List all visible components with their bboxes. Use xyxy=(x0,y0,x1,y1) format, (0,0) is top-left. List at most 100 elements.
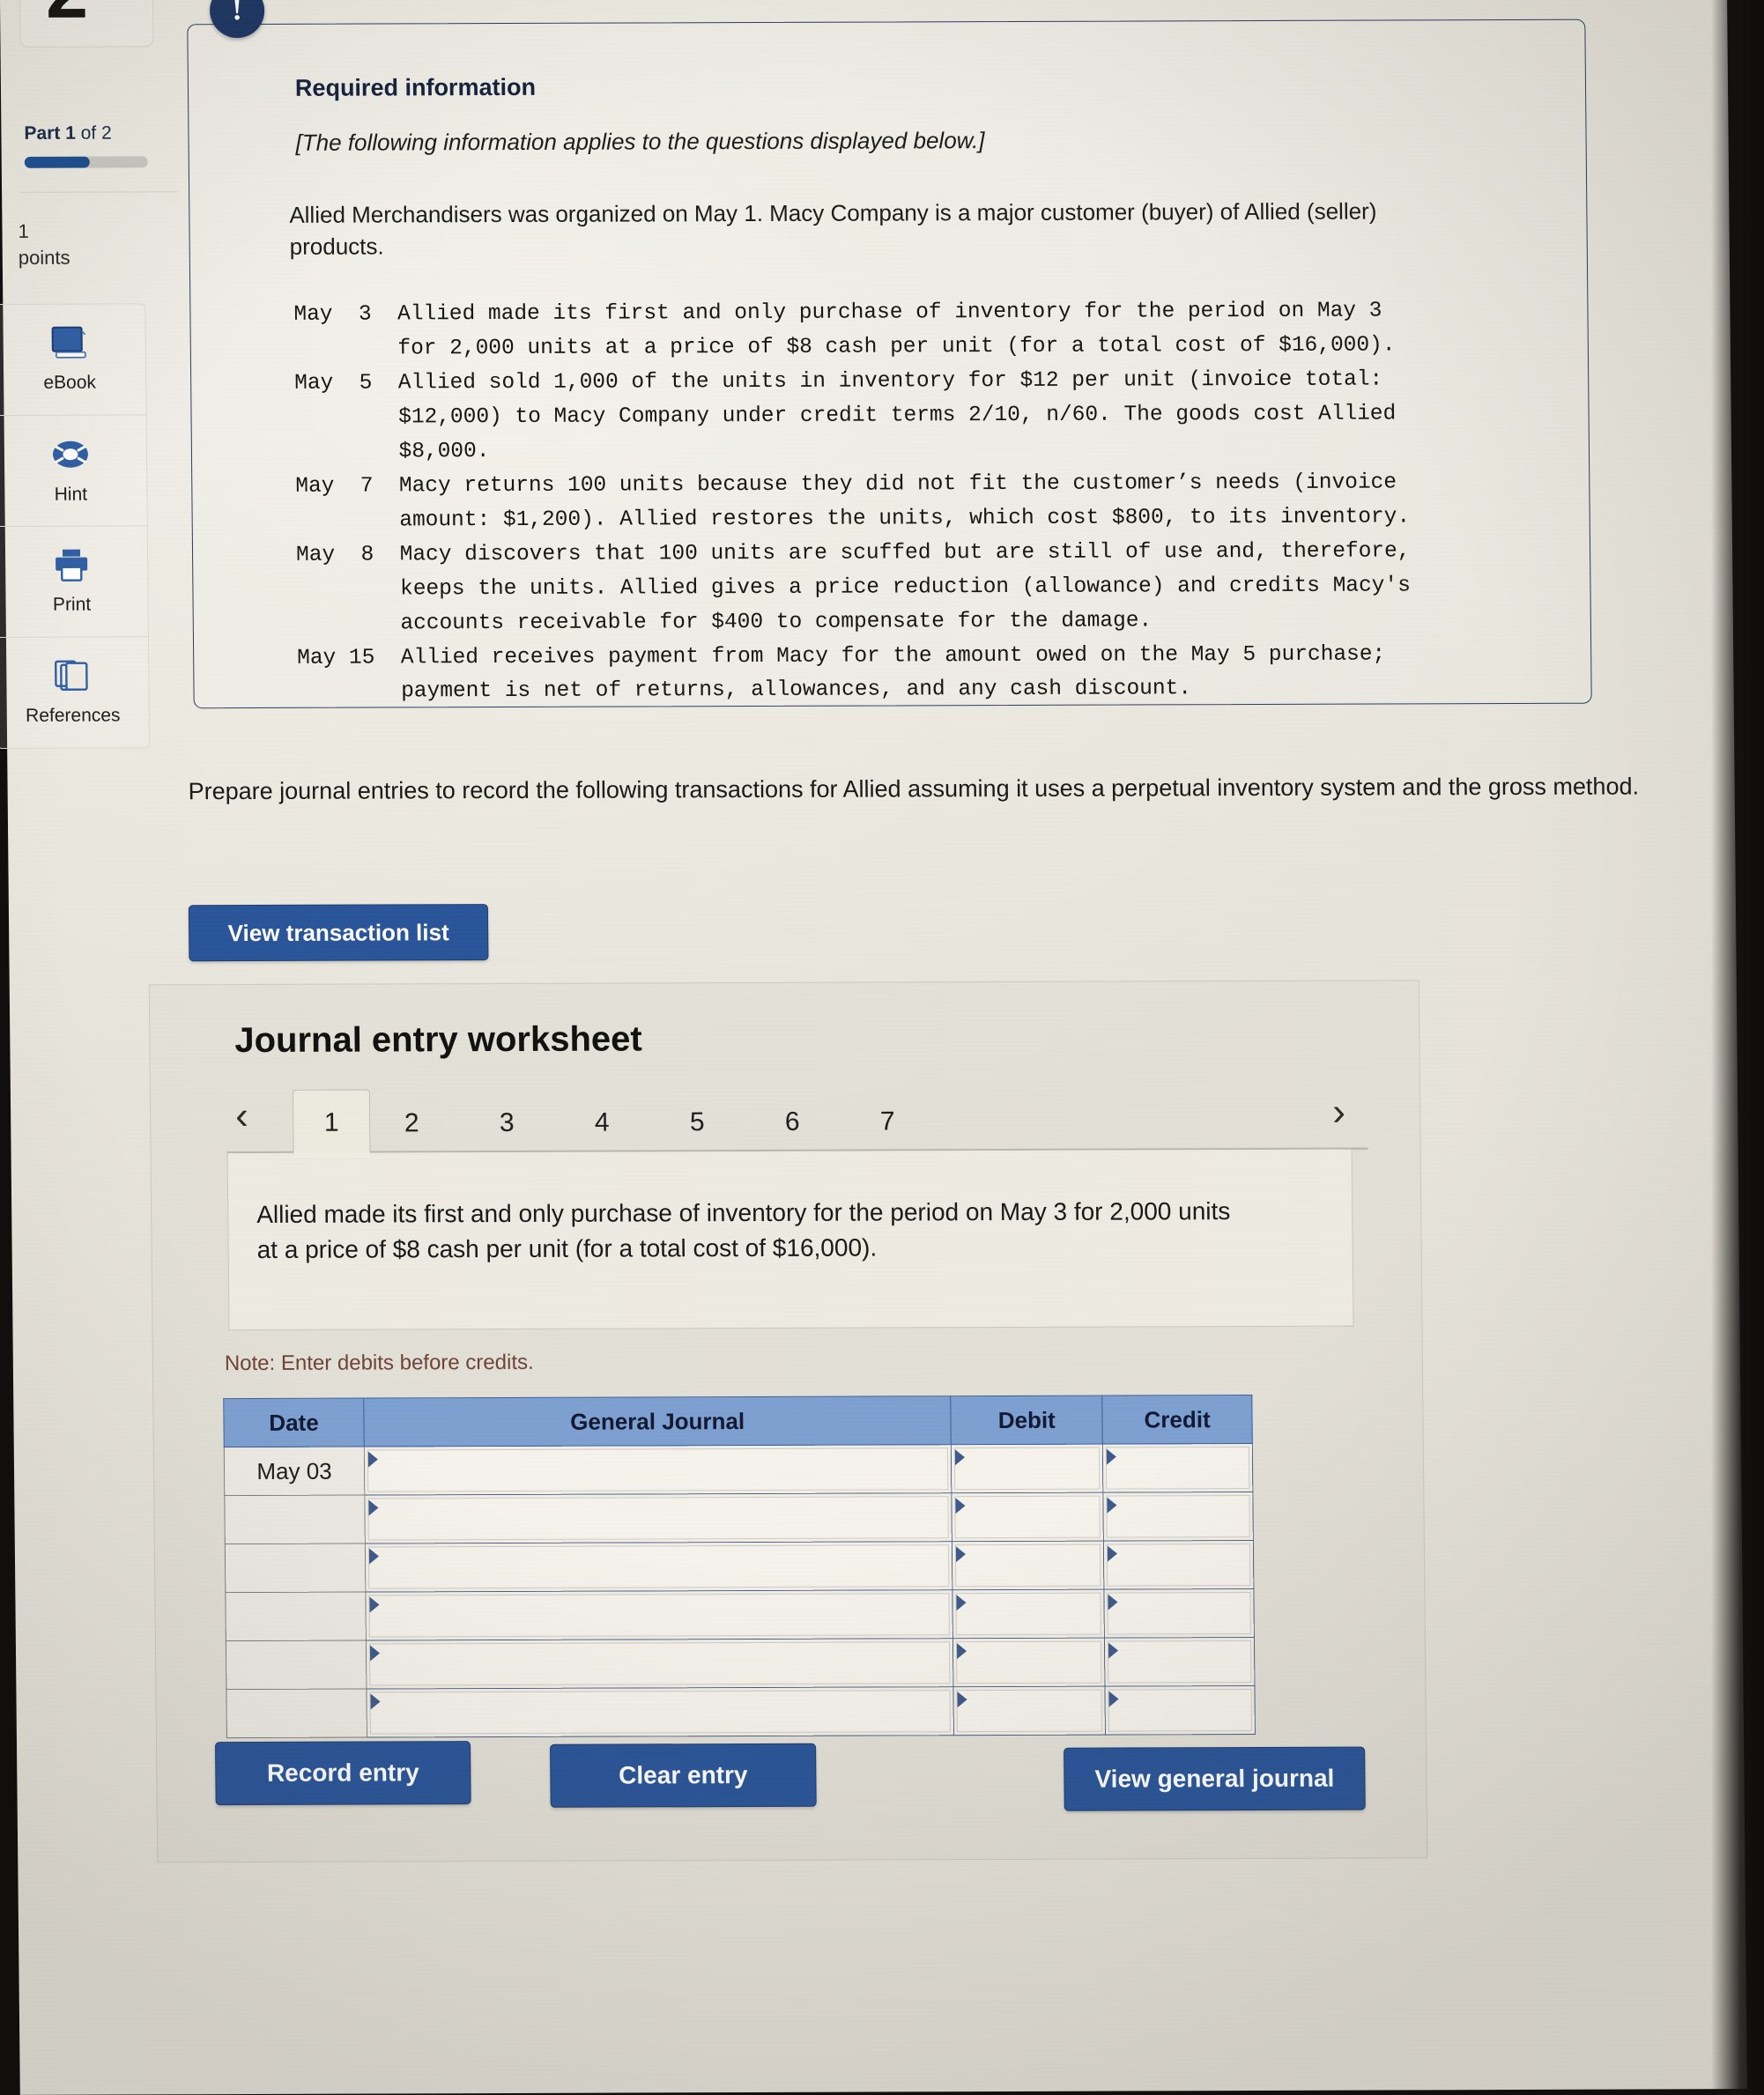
credit-input[interactable] xyxy=(1106,1495,1250,1538)
print-label: Print xyxy=(52,594,92,615)
caret-right-icon xyxy=(1108,1545,1118,1562)
caret-right-icon xyxy=(368,1548,380,1565)
worksheet-tab-5[interactable]: 5 xyxy=(659,1095,736,1150)
caret-right-icon xyxy=(368,1499,379,1516)
applies-note: [The following information applies to th… xyxy=(295,127,985,156)
caret-right-icon xyxy=(955,1498,966,1514)
debit-cell[interactable] xyxy=(953,1686,1106,1736)
references-button[interactable]: References xyxy=(0,637,149,748)
caret-right-icon xyxy=(957,1643,967,1660)
caret-right-icon xyxy=(1108,1691,1119,1707)
copy-stack-icon xyxy=(53,659,92,699)
debit-input[interactable] xyxy=(954,1447,1101,1491)
left-tool-rail: 2 Part 1 of 2 1 points eBook xyxy=(0,0,193,837)
worksheet-tab-6[interactable]: 6 xyxy=(754,1095,831,1150)
account-select[interactable] xyxy=(367,1447,949,1492)
debits-before-credits-note: Note: Enter debits before credits. xyxy=(224,1350,534,1376)
table-row: May 03 xyxy=(224,1443,1253,1496)
worksheet-tab-7[interactable]: 7 xyxy=(849,1094,926,1149)
credit-input[interactable] xyxy=(1106,1447,1250,1490)
column-header-debit: Debit xyxy=(951,1395,1103,1445)
date-value xyxy=(226,1665,366,1666)
credit-cell[interactable] xyxy=(1104,1588,1255,1639)
account-select[interactable] xyxy=(368,1641,951,1686)
part-progress-bar xyxy=(24,156,148,168)
view-transaction-list-button[interactable]: View transaction list xyxy=(188,904,489,962)
column-header-date: Date xyxy=(223,1398,365,1447)
date-value xyxy=(226,1568,365,1569)
date-value xyxy=(226,1520,365,1521)
general-journal-cell[interactable] xyxy=(366,1686,954,1738)
transaction-list-text: May 3 Allied made its first and only pur… xyxy=(293,299,1411,705)
credit-input[interactable] xyxy=(1107,1592,1251,1635)
caret-right-icon xyxy=(957,1692,967,1708)
part-progress-fill xyxy=(24,156,91,168)
caret-right-icon xyxy=(956,1595,967,1611)
ebook-button[interactable]: eBook xyxy=(0,304,146,417)
question-prompt: Prepare journal entries to record the fo… xyxy=(188,773,1640,805)
debit-cell[interactable] xyxy=(952,1541,1105,1590)
table-row xyxy=(226,1637,1255,1690)
debit-cell[interactable] xyxy=(951,1444,1104,1493)
life-ring-icon xyxy=(51,436,90,477)
rail-divider xyxy=(19,191,179,193)
date-cell[interactable] xyxy=(225,1543,366,1593)
general-journal-cell[interactable] xyxy=(364,1444,952,1496)
caret-right-icon xyxy=(367,1451,379,1468)
credit-cell[interactable] xyxy=(1103,1540,1254,1590)
table-row xyxy=(225,1588,1255,1641)
credit-input[interactable] xyxy=(1107,1543,1251,1587)
debit-input[interactable] xyxy=(955,1543,1101,1588)
worksheet-tab-2[interactable]: 2 xyxy=(374,1096,450,1151)
debit-input[interactable] xyxy=(956,1689,1103,1733)
general-journal-cell[interactable] xyxy=(365,1589,953,1641)
chevron-right-icon[interactable]: › xyxy=(1332,1091,1345,1134)
date-value: May 03 xyxy=(256,1457,332,1484)
record-entry-button[interactable]: Record entry xyxy=(214,1741,471,1806)
active-tab-description: Allied made its first and only purchase … xyxy=(256,1197,1231,1264)
account-select[interactable] xyxy=(368,1593,951,1638)
clear-entry-button[interactable]: Clear entry xyxy=(550,1743,817,1808)
references-label: References xyxy=(25,705,121,726)
print-button[interactable]: Print xyxy=(0,526,148,639)
journal-entry-table: Date General Journal Debit Credit May 03 xyxy=(223,1395,1256,1738)
printer-icon xyxy=(52,548,91,588)
caret-right-icon xyxy=(956,1546,967,1563)
worksheet-tab-4[interactable]: 4 xyxy=(564,1095,641,1150)
general-journal-cell[interactable] xyxy=(364,1492,952,1544)
date-cell[interactable] xyxy=(226,1640,367,1690)
scenario-intro: Allied Merchandisers was organized on Ma… xyxy=(289,197,1377,260)
caret-right-icon xyxy=(369,1596,380,1613)
date-cell[interactable] xyxy=(224,1495,366,1544)
date-cell[interactable] xyxy=(226,1689,367,1738)
general-journal-cell[interactable] xyxy=(365,1541,953,1593)
debit-cell[interactable] xyxy=(952,1638,1106,1687)
credit-input[interactable] xyxy=(1108,1689,1252,1732)
credit-cell[interactable] xyxy=(1105,1685,1256,1736)
debit-cell[interactable] xyxy=(952,1589,1105,1639)
debit-input[interactable] xyxy=(955,1592,1102,1636)
credit-cell[interactable] xyxy=(1102,1443,1253,1493)
account-select[interactable] xyxy=(369,1690,952,1735)
table-row xyxy=(226,1685,1256,1738)
date-cell[interactable]: May 03 xyxy=(224,1447,365,1496)
worksheet-tab-3[interactable]: 3 xyxy=(469,1096,545,1151)
worksheet-tab-1[interactable]: 1 xyxy=(292,1089,371,1158)
credit-input[interactable] xyxy=(1108,1640,1252,1684)
credit-cell[interactable] xyxy=(1103,1492,1254,1542)
debit-input[interactable] xyxy=(954,1495,1101,1539)
table-row xyxy=(224,1492,1254,1544)
caret-right-icon xyxy=(1108,1594,1118,1610)
account-select[interactable] xyxy=(367,1544,950,1589)
date-cell[interactable] xyxy=(225,1592,367,1641)
general-journal-cell[interactable] xyxy=(366,1638,954,1690)
view-general-journal-button[interactable]: View general journal xyxy=(1064,1746,1366,1811)
account-select[interactable] xyxy=(367,1496,950,1541)
credit-cell[interactable] xyxy=(1104,1637,1255,1687)
table-header-row: Date General Journal Debit Credit xyxy=(223,1395,1253,1447)
debit-cell[interactable] xyxy=(952,1492,1104,1542)
chevron-left-icon[interactable]: ‹ xyxy=(235,1094,248,1137)
debit-input[interactable] xyxy=(956,1640,1102,1684)
table-row xyxy=(225,1540,1254,1593)
hint-button[interactable]: Hint xyxy=(0,415,147,528)
